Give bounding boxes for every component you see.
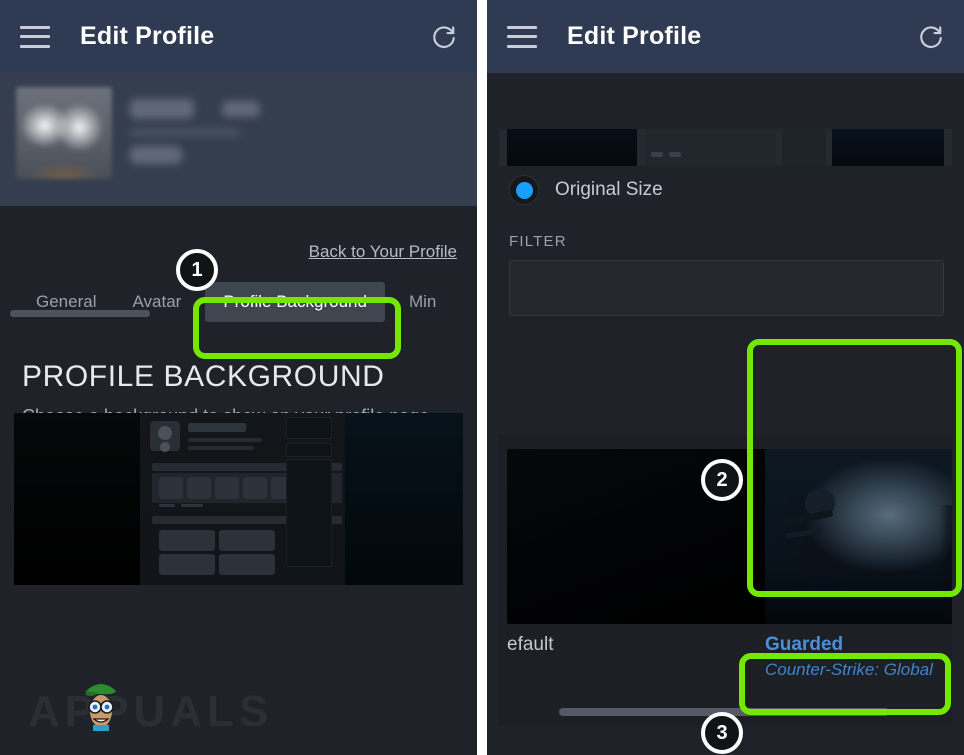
tab-profile-background-wrap: Profile Background — [199, 276, 391, 328]
blurred-profile-text — [130, 87, 260, 192]
background-edge-shadow — [939, 505, 952, 623]
step-badge-1: 1 — [176, 249, 218, 291]
page-title: Edit Profile — [567, 22, 702, 50]
tab-mini-profile[interactable]: Min — [391, 282, 454, 322]
back-to-profile-link[interactable]: Back to Your Profile — [309, 242, 457, 262]
appuals-watermark: APPUALS — [28, 684, 274, 737]
app-header-right: Edit Profile — [487, 0, 964, 73]
screenshot-root: Edit Profile Back to Your Profile Genera… — [0, 0, 964, 755]
tab-profile-background[interactable]: Profile Background — [205, 282, 385, 322]
filter-section: FILTER — [487, 233, 964, 316]
background-card-guarded[interactable]: Guarded Counter-Strike: Global — [765, 449, 952, 680]
filter-label: FILTER — [509, 233, 567, 250]
hamburger-menu-icon[interactable] — [507, 25, 537, 48]
option-label-original-size: Original Size — [555, 179, 663, 200]
tab-bar-scrollbar[interactable] — [10, 310, 150, 317]
refresh-icon[interactable] — [918, 24, 944, 50]
hamburger-menu-icon[interactable] — [20, 25, 50, 48]
radio-original-size[interactable] — [509, 175, 539, 205]
left-panel-body: Back to Your Profile General Avatar Prof… — [0, 206, 477, 755]
left-phone-panel: Edit Profile Back to Your Profile Genera… — [0, 0, 477, 755]
background-game-guarded: Counter-Strike: Global — [765, 660, 933, 679]
step-badge-2: 2 — [701, 459, 743, 501]
preview-avatar-icon — [150, 421, 180, 451]
right-phone-panel: Edit Profile F — [487, 0, 964, 755]
back-link-row: Back to Your Profile — [0, 206, 477, 262]
profile-page-preview[interactable] — [14, 413, 463, 585]
watermark-text: APPUALS — [28, 687, 274, 736]
option-original-size[interactable]: Original Size — [487, 175, 964, 205]
app-header-left: Edit Profile — [0, 0, 477, 73]
step-badge-3: 3 — [701, 712, 743, 754]
blurred-profile-summary — [0, 73, 477, 206]
section-heading: PROFILE BACKGROUND — [22, 360, 385, 393]
right-panel-body: Full Screen Original Size FILTER efault — [487, 129, 964, 755]
filter-input[interactable] — [509, 260, 944, 316]
page-title: Edit Profile — [80, 22, 215, 50]
avatar — [16, 87, 112, 179]
refresh-icon[interactable] — [431, 24, 457, 50]
background-name-default: efault — [507, 634, 554, 655]
appuals-mascot-icon — [85, 684, 116, 731]
background-name-guarded: Guarded — [765, 634, 844, 655]
background-thumbnail-guarded — [765, 449, 952, 624]
background-preview-cropped[interactable] — [499, 129, 952, 166]
settings-tab-bar: General Avatar Profile Background Min — [0, 262, 477, 328]
